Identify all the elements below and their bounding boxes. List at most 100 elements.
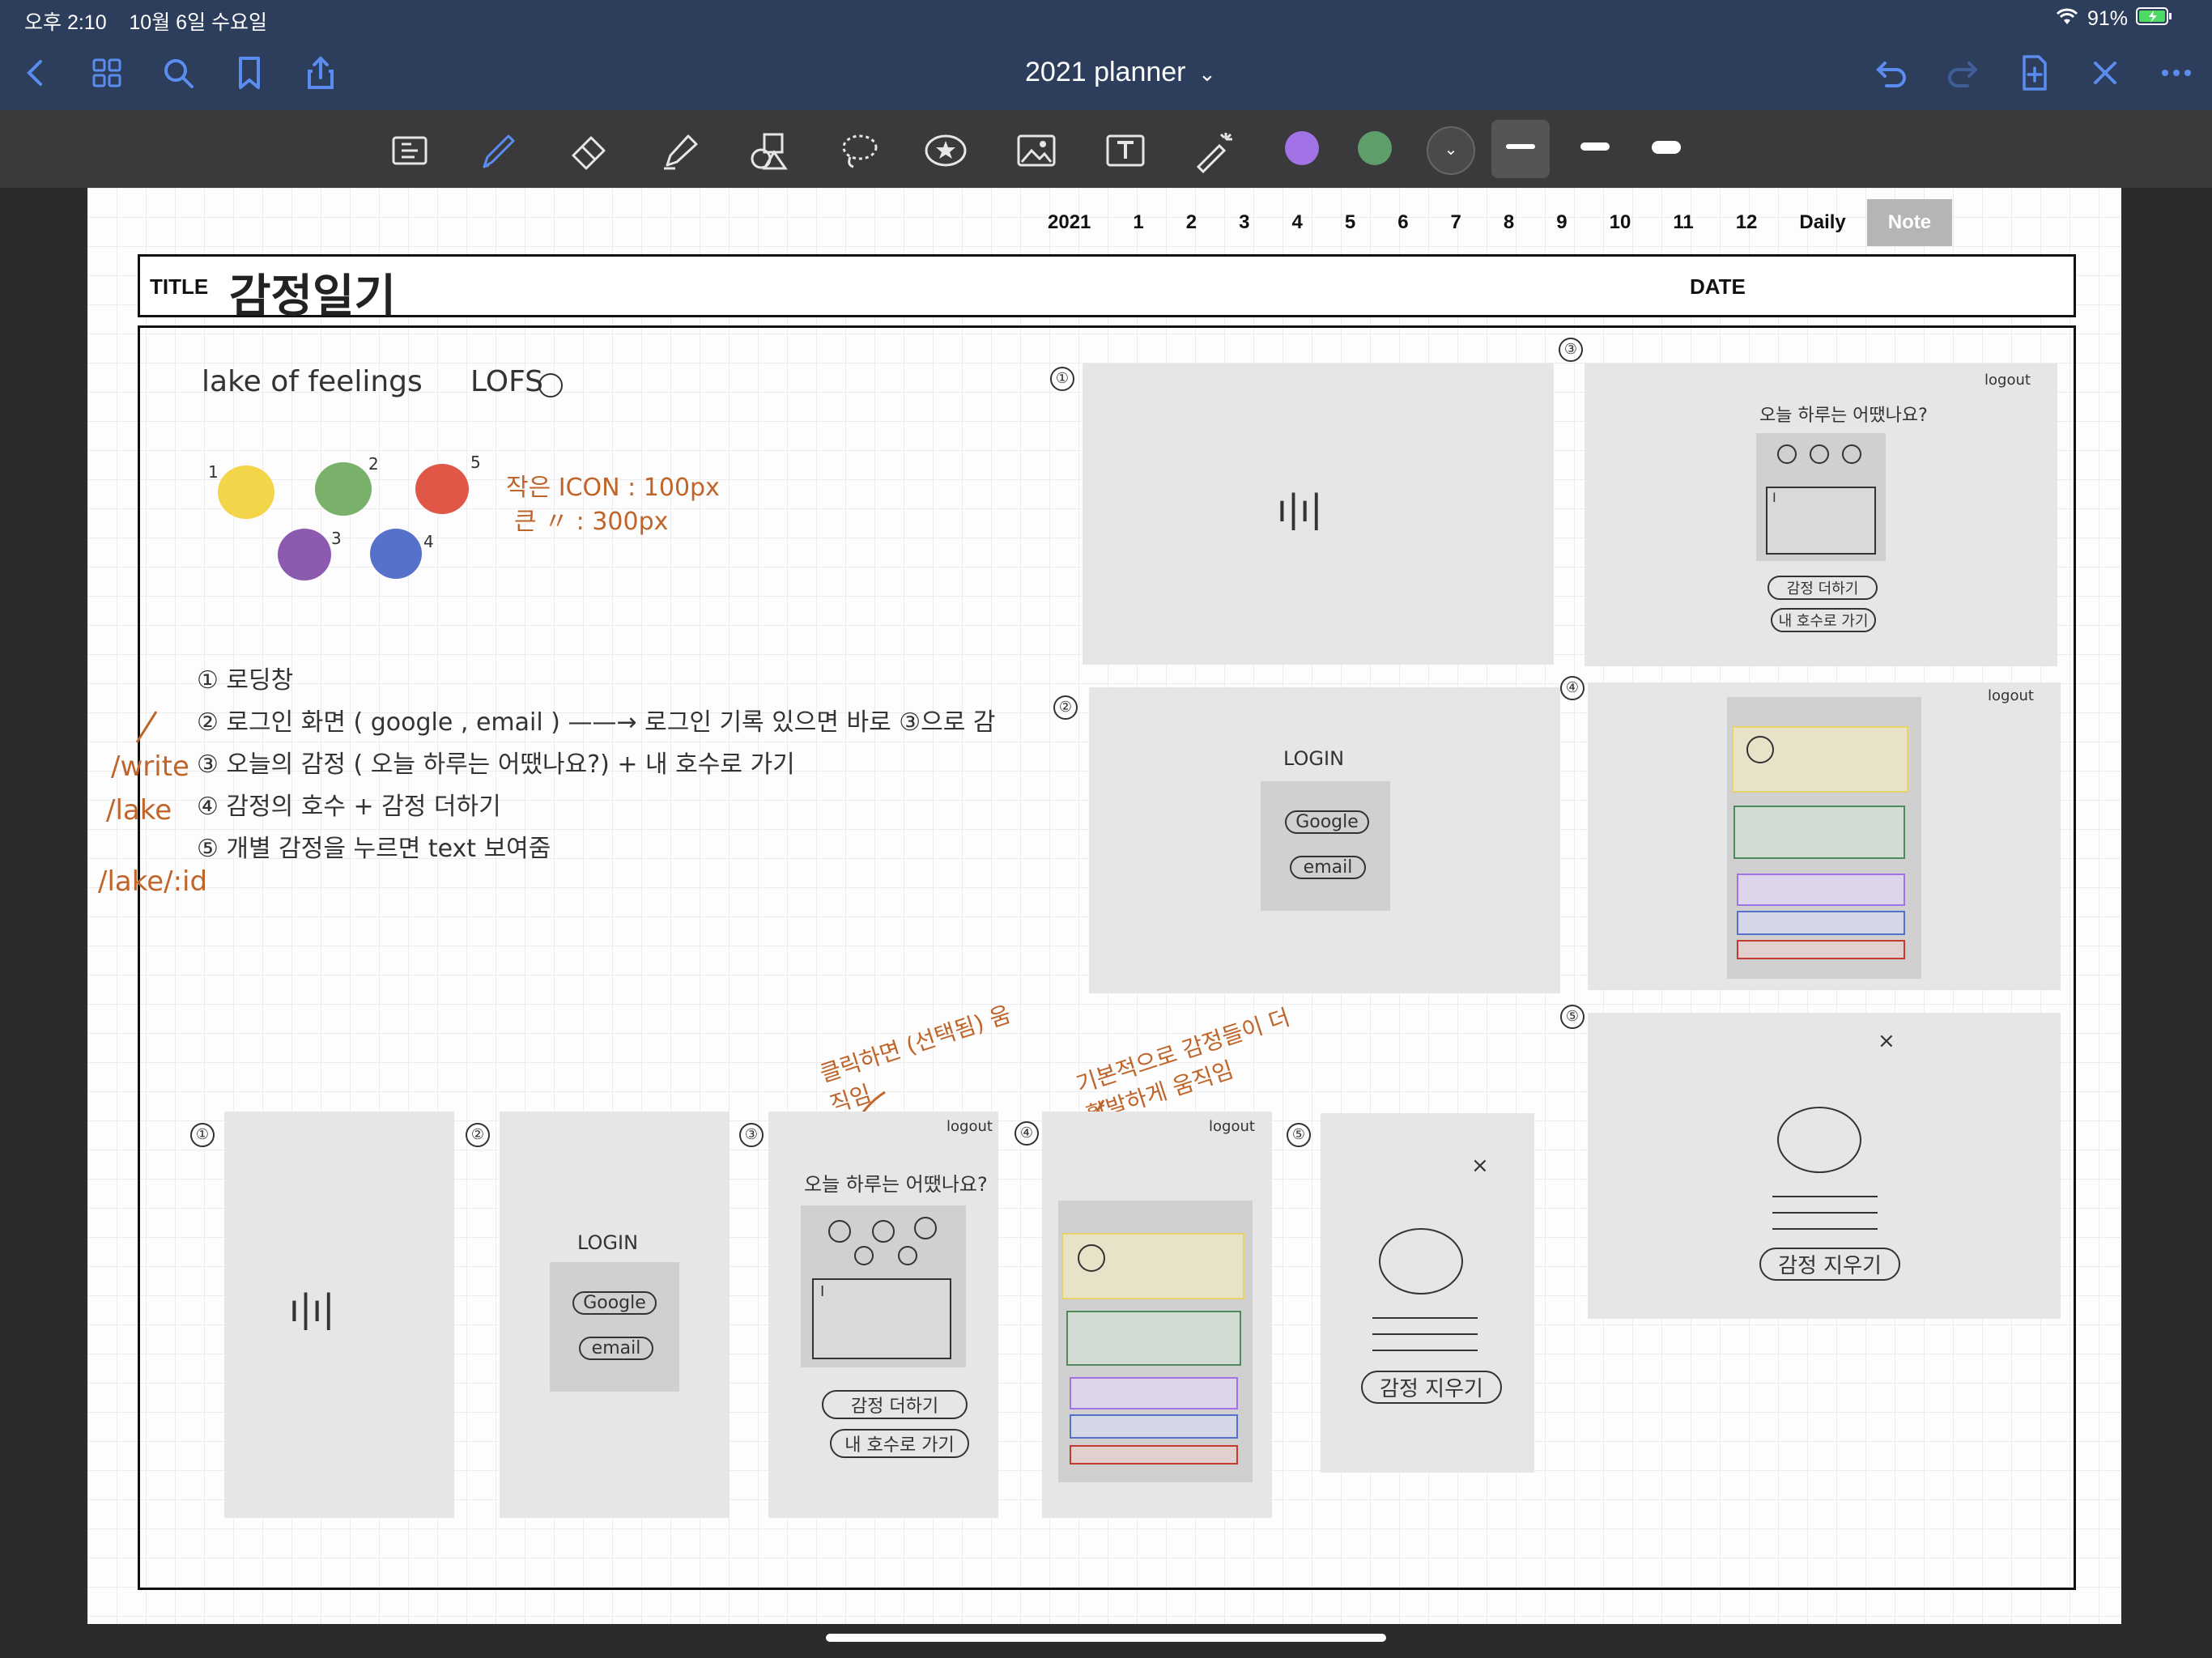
feeling-block-purple[interactable] [1737,874,1905,906]
planner-page[interactable]: 2021 1 2 3 4 5 6 7 8 9 10 11 12 Daily No… [87,188,2121,1624]
document-title-text: 2021 planner [1025,57,1186,87]
email-login-button[interactable]: email [579,1337,653,1360]
tab-2021[interactable]: 2021 [1027,199,1112,246]
tab-month-11[interactable]: 11 [1652,199,1714,246]
share-icon[interactable] [301,53,340,92]
logout-link[interactable]: logout [946,1118,993,1135]
email-login-button[interactable]: email [1290,856,1366,879]
home-indicator[interactable] [826,1634,1386,1642]
emotion-choice-icon[interactable] [1842,444,1861,464]
tab-note[interactable]: Note [1866,199,1953,246]
color-green-swatch[interactable] [1358,131,1392,165]
stroke-thin-selected[interactable] [1491,120,1550,178]
feeling-face-icon [1379,1228,1463,1295]
lasso-icon[interactable] [837,128,883,173]
laser-icon[interactable] [1192,128,1237,174]
emotion-choice-icon[interactable] [898,1246,917,1265]
color-picker-button[interactable]: ⌄ [1427,126,1475,175]
close-icon[interactable]: × [1878,1029,1895,1053]
wireframe-label-1: ① [190,1123,215,1147]
emotion-picker-panel: I [801,1205,966,1367]
redo-icon[interactable] [1943,53,1982,92]
emotion-choice-icon[interactable] [854,1246,874,1265]
bookmark-icon[interactable] [230,53,269,92]
image-icon[interactable] [1014,128,1059,173]
emoji-neutral-green-icon [315,462,372,516]
feeling-block-yellow[interactable] [1061,1233,1244,1299]
feeling-block-green[interactable] [1066,1311,1241,1366]
back-chevron-icon[interactable] [16,53,55,92]
eraser-icon[interactable] [567,128,612,173]
color-purple-swatch[interactable] [1285,131,1319,165]
shapes-icon[interactable] [747,128,792,173]
mobile-wireframe-today: logout 오늘 하루는 어땠나요? I 감정 더하기 내 호수로 가기 [768,1112,998,1518]
google-login-button[interactable]: Google [572,1291,657,1315]
wireframe-label-4: ④ [1015,1121,1039,1146]
read-only-icon[interactable] [387,128,432,173]
grid-icon[interactable] [87,53,126,92]
tab-month-9[interactable]: 9 [1535,199,1588,246]
stroke-medium-icon[interactable] [1580,142,1610,151]
pen-icon[interactable] [476,128,521,173]
emotion-choice-icon[interactable] [1777,444,1797,464]
delete-feeling-button[interactable]: 감정 지우기 [1361,1371,1502,1404]
login-panel: Google email [550,1262,679,1392]
tab-month-1[interactable]: 1 [1112,199,1164,246]
battery-percent: 91% [2087,7,2128,30]
logout-link[interactable]: logout [1984,372,2031,389]
feeling-text-area[interactable]: I [1766,487,1876,555]
tab-month-12[interactable]: 12 [1715,199,1779,246]
tab-month-4[interactable]: 4 [1270,199,1323,246]
emoji-happy-yellow-icon [218,466,274,519]
sticker-icon[interactable] [923,128,968,173]
search-icon[interactable] [159,53,198,92]
feeling-block-blue[interactable] [1070,1414,1238,1439]
emotion-choice-icon[interactable] [1810,444,1829,464]
tab-daily[interactable]: Daily [1778,199,1866,246]
tab-month-8[interactable]: 8 [1482,199,1535,246]
tab-month-6[interactable]: 6 [1376,199,1429,246]
route-write: /write [111,750,189,783]
emoji-number-4: 4 [423,532,434,551]
tablet-wireframe-detail: × 감정 지우기 [1588,1013,2061,1319]
login-heading: LOGIN [1283,747,1345,770]
add-page-icon[interactable] [2014,53,2053,92]
feeling-block-blue[interactable] [1737,911,1905,935]
emotion-choice-icon[interactable] [914,1217,937,1239]
app-name: lake of feelings [202,365,423,398]
close-pen-icon[interactable] [2086,53,2125,92]
document-title[interactable]: 2021 planner ⌄ [1025,57,1216,88]
close-icon[interactable]: × [1471,1154,1489,1178]
icon-size-small-note: 작은 ICON : 100px [506,474,720,502]
feeling-face-icon [1777,1107,1861,1173]
feeling-block-red[interactable] [1070,1445,1238,1465]
stroke-thick-icon[interactable] [1652,141,1681,154]
text-icon[interactable] [1103,128,1148,173]
delete-feeling-button[interactable]: 감정 지우기 [1759,1248,1900,1281]
go-lake-button[interactable]: 내 호수로 가기 [1771,608,1876,632]
text-line [1772,1228,1878,1230]
go-lake-button[interactable]: 내 호수로 가기 [830,1429,969,1458]
feeling-block-green[interactable] [1733,806,1905,859]
app-abbr: LOFS [470,365,544,398]
logout-link[interactable]: logout [1988,687,2034,704]
logout-link[interactable]: logout [1209,1118,1255,1135]
emotion-choice-icon[interactable] [872,1220,895,1243]
feeling-block-purple[interactable] [1070,1377,1238,1409]
add-feeling-button[interactable]: 감정 더하기 [822,1390,968,1419]
tab-month-3[interactable]: 3 [1218,199,1270,246]
more-icon[interactable] [2157,53,2196,92]
tab-month-2[interactable]: 2 [1165,199,1218,246]
tab-month-5[interactable]: 5 [1324,199,1376,246]
emotion-choice-icon[interactable] [828,1220,851,1243]
highlighter-icon[interactable] [657,128,703,173]
feeling-text-area[interactable]: I [812,1278,951,1359]
feeling-block-yellow[interactable] [1732,726,1908,793]
tab-month-7[interactable]: 7 [1430,199,1482,246]
add-feeling-button[interactable]: 감정 더하기 [1767,576,1878,600]
route-lake-id: /lake/:id [98,865,208,898]
google-login-button[interactable]: Google [1285,810,1369,834]
undo-icon[interactable] [1872,53,1911,92]
feeling-block-red[interactable] [1737,940,1905,959]
tab-month-10[interactable]: 10 [1589,199,1653,246]
